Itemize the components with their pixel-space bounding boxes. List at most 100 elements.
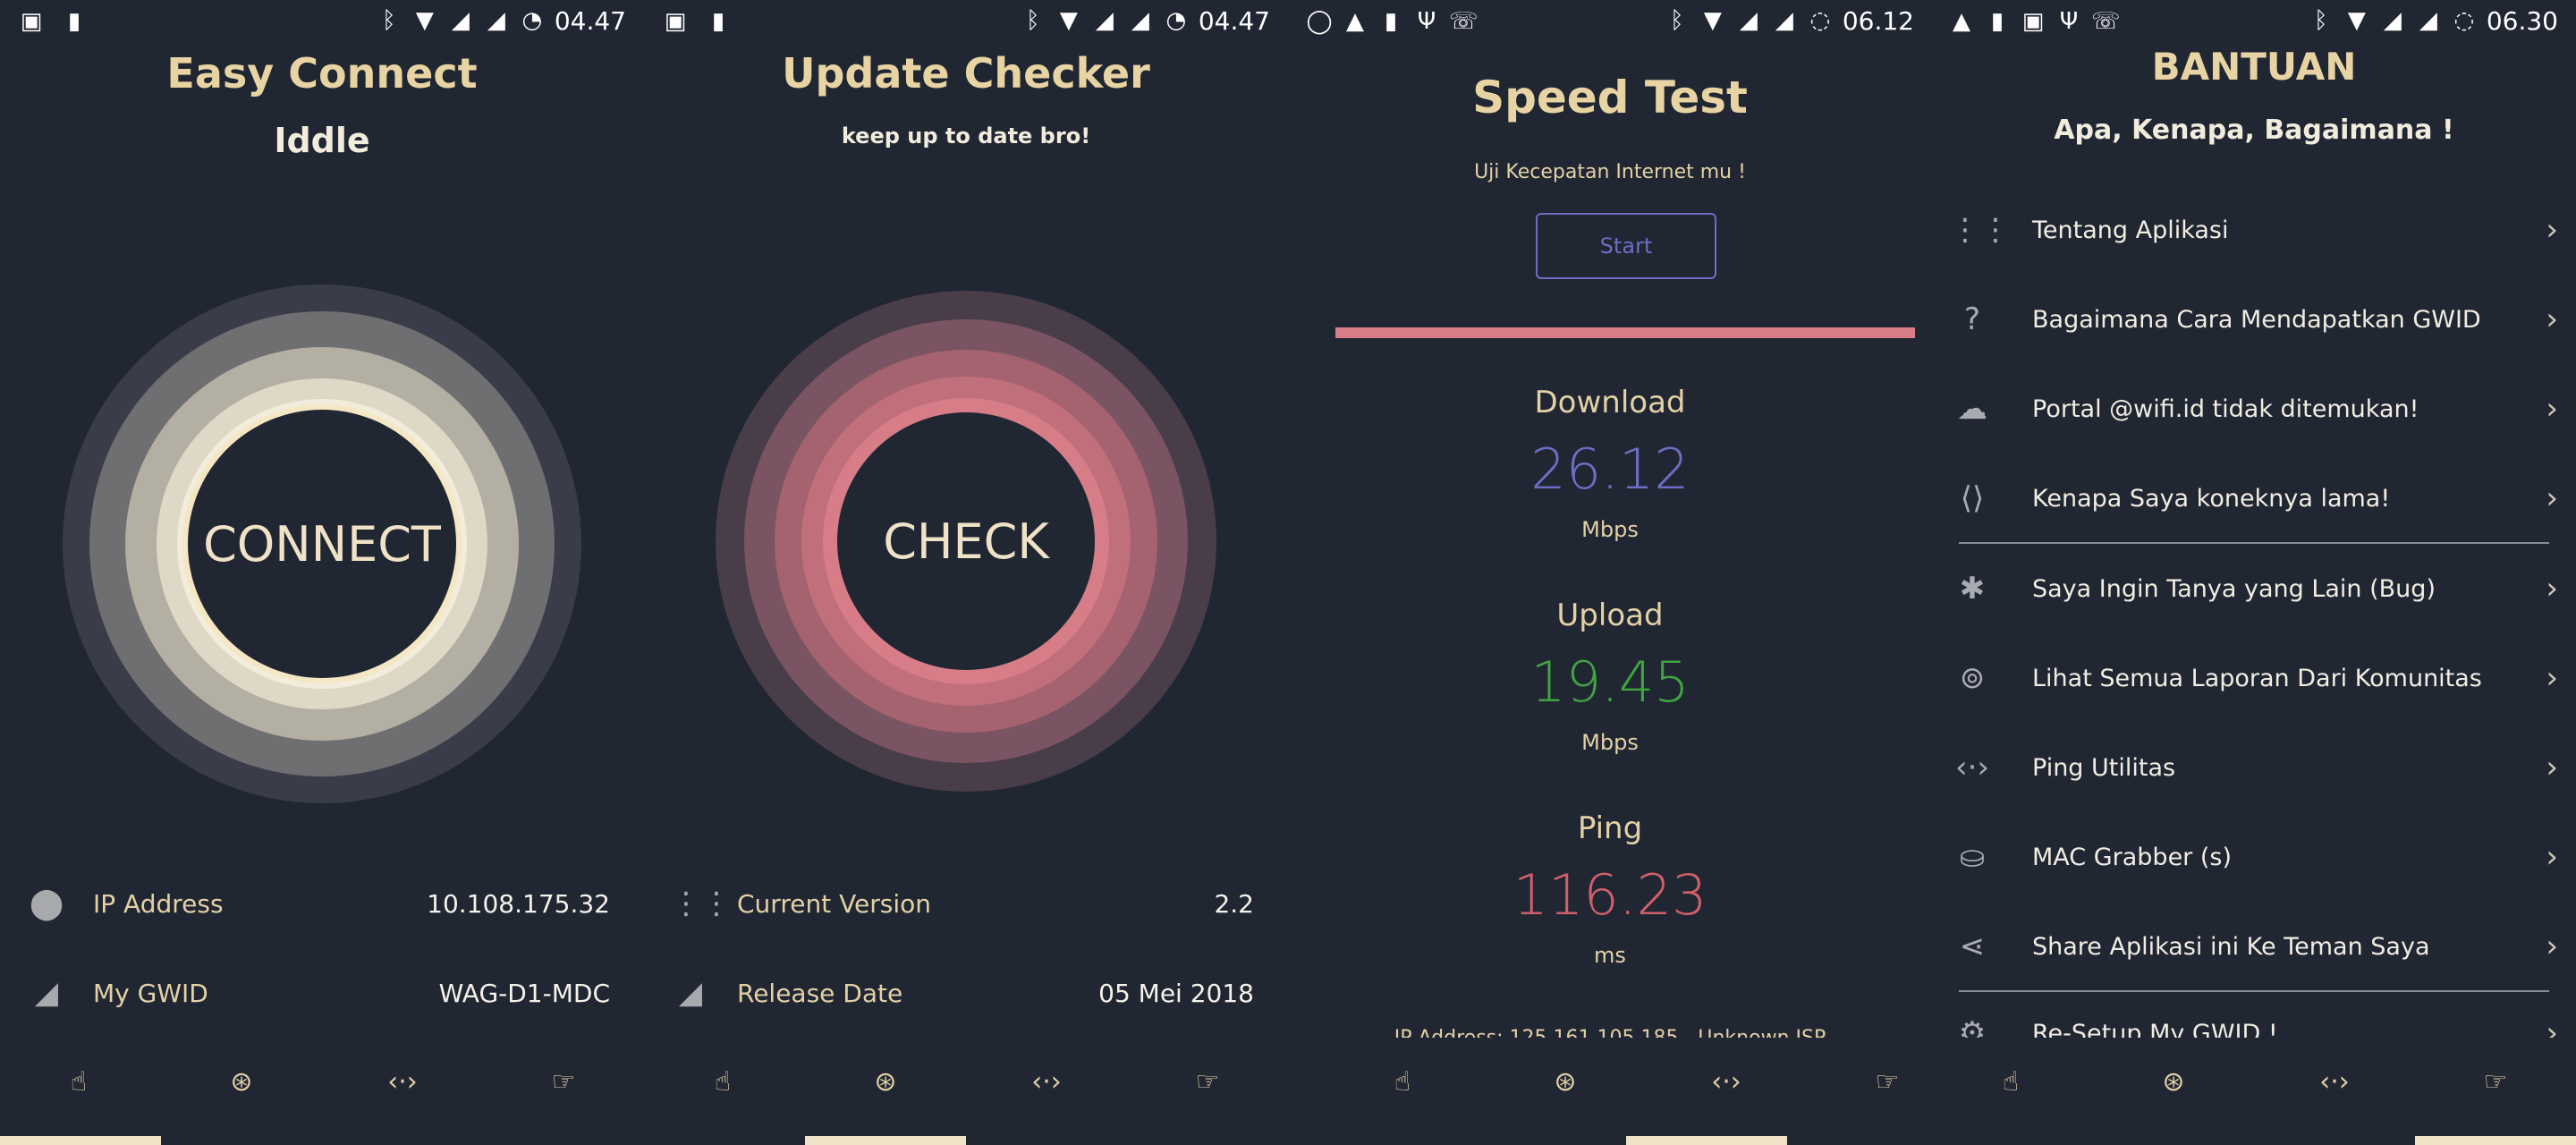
nav-settings-ethernet-icon[interactable]: ‹·›	[380, 1066, 425, 1102]
nav-wifi-tethering-icon[interactable]: ⊛	[2151, 1066, 2196, 1102]
image-icon: ▣	[664, 8, 687, 35]
status-bar: ▣ ▮ ᛒ ▼ ◢ ◢ ◔ 04.47	[644, 0, 1288, 43]
current-version-row: ⋮⋮ Current Version 2.2	[671, 877, 1254, 930]
chevron-right-icon: ›	[2546, 839, 2558, 875]
nav-settings-ethernet-icon[interactable]: ‹·›	[1024, 1066, 1069, 1102]
cell-signal-icon: ◢	[1739, 7, 1758, 34]
nav-settings-ethernet-icon[interactable]: ‹·›	[1704, 1066, 1749, 1102]
trash-icon: ▮	[67, 8, 81, 35]
nav-active-indicator	[0, 1136, 161, 1145]
bottom-nav: ☝ ⊛ ‹·› ☞	[1932, 1056, 2576, 1118]
cell-signal-2-icon: ◢	[1775, 7, 1793, 34]
page-title: BANTUAN	[2151, 45, 2357, 89]
nav-hand-pointer-icon[interactable]: ☞	[1185, 1066, 1230, 1102]
status-bar: ▲ ▮ ▣ Ψ ☏ ᛒ ▼ ◢ ◢ ◌ 06.30	[1932, 0, 2576, 43]
code-icon: ‹·›	[1954, 750, 1989, 785]
current-version-value: 2.2	[1214, 888, 1254, 919]
chevron-right-icon: ›	[2546, 929, 2558, 964]
image-icon: ▣	[2021, 8, 2045, 35]
nav-wifi-tethering-icon[interactable]: ⊛	[219, 1066, 264, 1102]
status-time: 04.47	[554, 5, 626, 36]
list-divider	[1959, 990, 2549, 992]
nav-hand-pointer-icon[interactable]: ☞	[1865, 1066, 1910, 1102]
download-label: Download	[1534, 385, 1686, 420]
nav-hand-pointer-icon[interactable]: ☞	[2473, 1066, 2518, 1102]
status-time: 04.47	[1198, 5, 1270, 36]
bottom-nav: ☝ ⊛ ‹·› ☞	[0, 1056, 644, 1118]
nav-wifi-tethering-icon[interactable]: ⊛	[863, 1066, 908, 1102]
chevron-right-icon: ›	[2546, 1015, 2558, 1038]
chevron-right-icon: ›	[2546, 571, 2558, 606]
trash-icon: ▮	[1384, 8, 1398, 35]
bottom-nav: ☝ ⊛ ‹·› ☞	[1288, 1056, 1932, 1118]
help-item-clip: ⚙ Re-Setup My GWID ! ›	[1932, 1011, 2576, 1038]
nav-touch-icon[interactable]: ☝	[56, 1066, 101, 1102]
nav-touch-icon[interactable]: ☝	[1380, 1066, 1425, 1102]
grid-icon: ⋮⋮	[671, 886, 732, 921]
nav-touch-icon[interactable]: ☝	[700, 1066, 745, 1102]
status-bar: ▣ ▮ ᛒ ▼ ◢ ◢ ◔ 04.47	[0, 0, 644, 43]
chevron-right-icon: ›	[2546, 301, 2558, 337]
help-item-about[interactable]: ⋮⋮ Tentang Aplikasi ›	[1950, 190, 2558, 270]
wifi-weak-icon: ◢	[34, 975, 59, 1011]
gwid-value: WAG-D1-MDC	[438, 978, 610, 1008]
gwid-label: My GWID	[93, 978, 208, 1008]
connect-button[interactable]: CONNECT	[188, 410, 456, 678]
start-button[interactable]: Start	[1536, 213, 1716, 279]
help-item-get-gwid[interactable]: ? Bagaimana Cara Mendapatkan GWID ›	[1950, 279, 2558, 360]
help-item-mac-grabber[interactable]: ⛀ MAC Grabber (s) ›	[1950, 817, 2558, 897]
check-button[interactable]: CHECK	[837, 412, 1095, 670]
gwid-row: ◢ My GWID WAG-D1-MDC	[27, 966, 610, 1020]
help-item-slow-connect[interactable]: ⟨⟩ Kenapa Saya koneknya lama! ›	[1950, 458, 2558, 539]
help-item-share[interactable]: ⋖ Share Aplikasi ini Ke Teman Saya ›	[1950, 906, 2558, 987]
help-item-ping[interactable]: ‹·› Ping Utilitas ›	[1950, 727, 2558, 808]
upload-label: Upload	[1556, 598, 1664, 633]
help-item-label: Re-Setup My GWID !	[2032, 1019, 2278, 1039]
help-item-label: Bagaimana Cara Mendapatkan GWID	[2032, 305, 2481, 334]
restaurant-icon: Ψ	[1417, 8, 1436, 35]
ping-value: 116.23	[1513, 862, 1707, 928]
help-item-community-reports[interactable]: ⊚ Lihat Semua Laporan Dari Komunitas ›	[1950, 638, 2558, 718]
current-version-label: Current Version	[737, 888, 932, 919]
page-title: Speed Test	[1472, 72, 1748, 123]
help-item-resetup-gwid[interactable]: ⚙ Re-Setup My GWID ! ›	[1950, 1011, 2558, 1038]
cell-signal-icon: ◢	[1095, 7, 1114, 34]
nav-wifi-tethering-icon[interactable]: ⊛	[1543, 1066, 1588, 1102]
status-bar: ◯ ▲ ▮ Ψ ☏ ᛒ ▼ ◢ ◢ ◌ 06.12	[1288, 0, 1932, 43]
nav-hand-pointer-icon[interactable]: ☞	[541, 1066, 586, 1102]
help-item-label: Tentang Aplikasi	[2032, 216, 2229, 244]
bluetooth-icon: ᛒ	[1670, 7, 1684, 34]
whatsapp-icon: ◯	[1306, 8, 1333, 35]
chevron-right-icon: ›	[2546, 660, 2558, 696]
ping-label: Ping	[1577, 810, 1643, 846]
cell-signal-2-icon: ◢	[1131, 7, 1149, 34]
check-button-label: CHECK	[883, 513, 1049, 570]
grid-icon: ⋮⋮	[1950, 212, 2011, 248]
page-title: Update Checker	[782, 49, 1150, 98]
progress-bar	[1335, 327, 1915, 338]
help-item-portal-not-found[interactable]: ☁ Portal @wifi.id tidak ditemukan! ›	[1950, 369, 2558, 449]
trash-icon: ▮	[1990, 8, 2004, 35]
nav-active-indicator	[805, 1136, 966, 1145]
connection-status: Iddle	[274, 121, 370, 160]
wifi-signal-icon: ▼	[2347, 7, 2366, 34]
page-title: Easy Connect	[166, 49, 478, 98]
cell-signal-icon: ◢	[2383, 7, 2402, 34]
cloud-off-icon: ☁	[1957, 391, 1987, 427]
bottom-nav: ☝ ⊛ ‹·› ☞	[644, 1056, 1288, 1118]
battery-charging-icon: ◔	[1165, 7, 1187, 34]
status-time: 06.12	[1842, 5, 1914, 36]
network-settings-icon: ◢	[678, 975, 703, 1011]
help-item-label: Share Aplikasi ini Ke Teman Saya	[2032, 932, 2430, 961]
help-item-bug[interactable]: ✱ Saya Ingin Tanya yang Lain (Bug) ›	[1950, 548, 2558, 629]
battery-icon: ◌	[1809, 7, 1831, 34]
bug-icon: ✱	[1959, 571, 1986, 606]
status-time: 06.30	[2486, 5, 2558, 36]
nav-settings-ethernet-icon[interactable]: ‹·›	[2312, 1066, 2357, 1102]
release-date-label: Release Date	[737, 978, 903, 1008]
start-button-label: Start	[1599, 233, 1653, 259]
release-date-value: 05 Mei 2018	[1098, 978, 1254, 1008]
nav-touch-icon[interactable]: ☝	[1988, 1066, 2033, 1102]
download-unit: Mbps	[1581, 517, 1639, 542]
help-item-label: Lihat Semua Laporan Dari Komunitas	[2032, 664, 2482, 692]
